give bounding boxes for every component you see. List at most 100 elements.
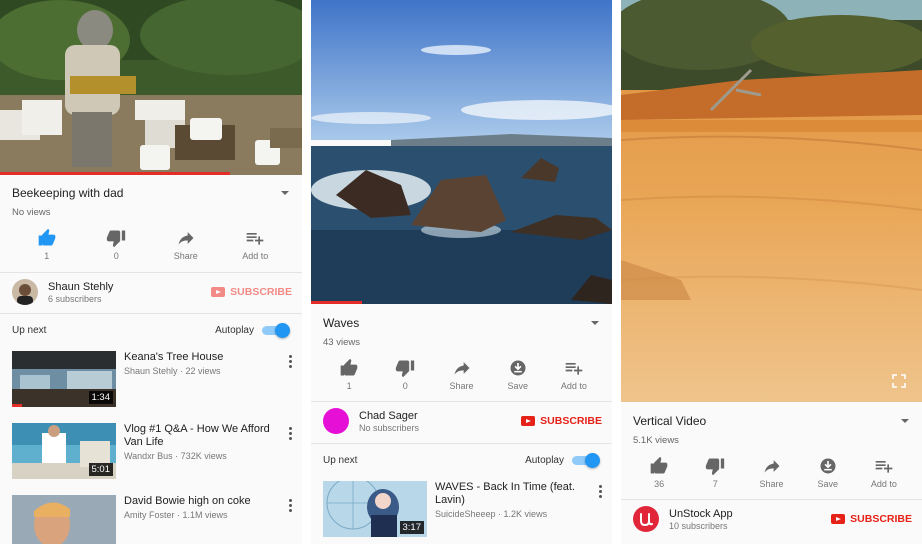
related-video-item[interactable]: 5:01 Vlog #1 Q&A - How We Afford Van Lif… (12, 423, 296, 479)
video-player[interactable] (0, 0, 302, 175)
subscriber-count: 6 subscribers (48, 293, 102, 304)
save-label: Save (507, 381, 528, 391)
channel-avatar[interactable] (633, 506, 659, 532)
watched-progress-bar (12, 404, 23, 407)
related-thumbnail[interactable]: 5:01 (12, 423, 116, 479)
autoplay-toggle[interactable] (572, 453, 600, 468)
add-to-button[interactable]: Add to (546, 358, 602, 391)
autoplay-toggle[interactable] (262, 323, 290, 338)
dislike-button[interactable]: 0 (377, 358, 433, 391)
add-to-button[interactable]: Add to (856, 456, 912, 489)
fullscreen-icon[interactable] (892, 374, 906, 388)
channel-name[interactable]: Shaun Stehly (48, 281, 211, 293)
like-button[interactable]: 1 (321, 358, 377, 391)
youtube-logo-icon (831, 514, 846, 524)
video-progress-bar[interactable] (0, 172, 230, 175)
video-player[interactable] (311, 0, 612, 304)
more-options-icon[interactable] (284, 495, 296, 544)
save-icon (510, 360, 526, 376)
subscriber-count: No subscribers (359, 422, 420, 433)
thumbs-up-icon (650, 456, 668, 474)
video-title: Beekeeping with dad (12, 186, 124, 200)
expand-description-icon[interactable] (898, 414, 912, 428)
expand-description-icon[interactable] (588, 316, 602, 330)
thumbs-down-icon (396, 360, 415, 378)
video-frame-cliff (621, 0, 922, 402)
related-title: Vlog #1 Q&A - How We Afford Van Life (124, 423, 270, 448)
video-title: Waves (323, 316, 360, 330)
related-video-item[interactable]: 3:17 WAVES - Back In Time (feat. Lavin) … (323, 481, 606, 537)
share-button[interactable]: Share (433, 358, 489, 391)
view-count: 43 views (323, 337, 360, 348)
video-progress-bar[interactable] (311, 301, 363, 304)
video-duration: 3:17 (399, 521, 424, 534)
related-video-item[interactable]: David Bowie high on coke Amity Foster · … (12, 495, 296, 544)
video-frame-waves (311, 0, 612, 304)
related-meta: SuicideSheeep · 1.2K views (435, 509, 548, 519)
view-count: 5.1K views (633, 435, 679, 446)
related-video-item[interactable]: 1:34 Keana's Tree House Shaun Stehly · 2… (12, 351, 296, 407)
related-thumbnail[interactable] (12, 495, 116, 544)
related-thumbnail[interactable]: 1:34 (12, 351, 116, 407)
like-count: 1 (346, 381, 352, 391)
share-label: Share (759, 479, 784, 489)
like-button[interactable]: 1 (12, 228, 82, 261)
channel-name[interactable]: UnStock App (669, 508, 831, 520)
unstock-logo-icon (640, 513, 653, 527)
channel-row[interactable]: UnStock App 10 subscribers SUBSCRIBE (633, 506, 912, 532)
subscribe-button[interactable]: SUBSCRIBE (831, 513, 912, 525)
add-to-label: Add to (870, 479, 897, 489)
save-label: Save (817, 479, 838, 489)
divider (311, 401, 612, 402)
thumbs-down-icon (107, 230, 126, 248)
subscribe-button[interactable]: SUBSCRIBE (521, 415, 602, 427)
add-to-playlist-icon (565, 363, 583, 375)
video-watch-panel-beekeeping: Beekeeping with dad No views 1 0 Share A… (0, 0, 302, 544)
thumbs-down-icon (706, 458, 725, 476)
related-meta: Amity Foster · 1.1M views (124, 510, 228, 520)
autoplay-label: Autoplay (215, 324, 254, 336)
video-watch-panel-vertical: Vertical Video 5.1K views 36 7 Share Sav… (621, 0, 922, 544)
related-thumbnail[interactable]: 3:17 (323, 481, 427, 537)
dislike-button[interactable]: 7 (687, 456, 743, 489)
dislike-count: 0 (113, 251, 119, 261)
dislike-button[interactable]: 0 (82, 228, 152, 261)
action-bar: 36 7 Share Save Add to (631, 456, 912, 489)
subscribe-label: SUBSCRIBE (540, 415, 602, 427)
more-options-icon[interactable] (284, 351, 296, 407)
up-next-label: Up next (323, 454, 358, 466)
like-button[interactable]: 36 (631, 456, 687, 489)
youtube-logo-icon (211, 287, 226, 297)
divider (0, 272, 302, 273)
more-options-icon[interactable] (594, 481, 606, 537)
save-icon (820, 458, 836, 474)
save-button[interactable]: Save (800, 456, 856, 489)
save-button[interactable]: Save (490, 358, 546, 391)
related-title: Keana's Tree House (124, 351, 224, 363)
more-options-icon[interactable] (284, 423, 296, 479)
channel-name[interactable]: Chad Sager (359, 410, 521, 422)
channel-avatar[interactable] (323, 408, 349, 434)
expand-description-icon[interactable] (278, 186, 292, 200)
action-bar: 1 0 Share Save Add to (321, 358, 602, 391)
video-player[interactable] (621, 0, 922, 402)
share-button[interactable]: Share (151, 228, 221, 261)
channel-row[interactable]: Chad Sager No subscribers SUBSCRIBE (323, 408, 602, 434)
related-meta: Wandxr Bus · 732K views (124, 451, 227, 461)
subscribe-button[interactable]: SUBSCRIBE (211, 286, 292, 298)
channel-row[interactable]: Shaun Stehly 6 subscribers SUBSCRIBE (12, 279, 292, 305)
related-meta: Shaun Stehly · 22 views (124, 366, 221, 376)
view-count: No views (12, 207, 51, 218)
channel-avatar[interactable] (12, 279, 38, 305)
add-to-label: Add to (560, 381, 587, 391)
share-icon (178, 232, 194, 245)
thumbs-up-icon (340, 358, 358, 376)
share-icon (764, 460, 779, 473)
add-to-button[interactable]: Add to (221, 228, 291, 261)
add-to-playlist-icon (875, 461, 893, 473)
video-duration: 1:34 (88, 391, 113, 404)
divider (0, 313, 302, 314)
share-button[interactable]: Share (743, 456, 799, 489)
video-title: Vertical Video (633, 414, 707, 428)
thumbs-up-icon (38, 228, 56, 246)
